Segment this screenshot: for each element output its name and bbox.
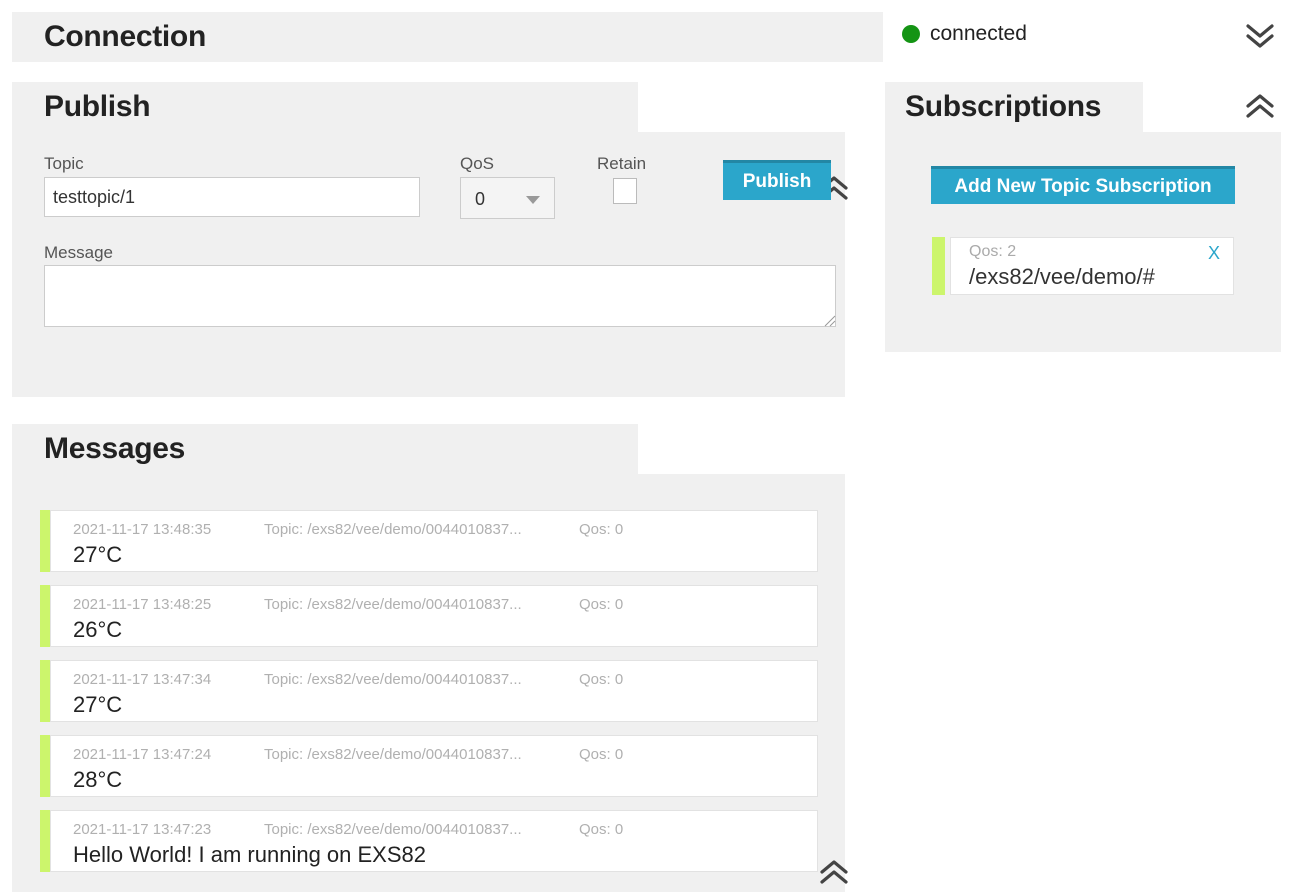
qos-select[interactable]: 0 xyxy=(460,177,555,219)
qos-label: QoS xyxy=(460,154,495,173)
message-textarea[interactable] xyxy=(44,265,836,327)
message-row[interactable]: 2021-11-17 13:47:23 Topic: /exs82/vee/dem… xyxy=(40,810,818,872)
message-payload: 27°C xyxy=(73,692,123,717)
publish-title: Publish xyxy=(44,90,151,123)
connection-status: connected xyxy=(902,20,1027,48)
message-payload: 28°C xyxy=(73,767,123,792)
subscriptions-collapse-toggle[interactable] xyxy=(1240,86,1280,126)
messages-header-white-strip xyxy=(638,424,845,474)
add-new-topic-subscription-button[interactable]: Add New Topic Subscription xyxy=(931,166,1235,204)
message-topic: Topic: /exs82/vee/demo/0044010837... xyxy=(264,596,522,613)
message-row-body: 2021-11-17 13:47:24 Topic: /exs82/vee/dem… xyxy=(50,735,818,797)
message-qos: Qos: 0 xyxy=(579,521,624,538)
connection-panel: Connection xyxy=(12,12,883,62)
message-row[interactable]: 2021-11-17 13:47:34 Topic: /exs82/vee/dem… xyxy=(40,660,818,722)
publish-header-white-strip xyxy=(638,82,845,132)
message-qos: Qos: 0 xyxy=(579,596,624,613)
publish-button[interactable]: Publish xyxy=(723,160,831,200)
message-row[interactable]: 2021-11-17 13:47:24 Topic: /exs82/vee/dem… xyxy=(40,735,818,797)
messages-list: 2021-11-17 13:48:35 Topic: /exs82/vee/dem… xyxy=(12,474,845,885)
subscription-item[interactable]: Qos: 2 X /exs82/vee/demo/# xyxy=(932,237,1234,295)
message-topic: Topic: /exs82/vee/demo/0044010837... xyxy=(264,746,522,763)
subscription-accent-bar xyxy=(932,237,945,295)
connection-status-dot xyxy=(902,25,920,43)
subscriptions-panel: Subscriptions Add New Topic Subscription… xyxy=(885,82,1281,352)
messages-panel: Messages 2021-11-17 13:48:35 Topic: /exs8… xyxy=(12,424,848,892)
message-timestamp: 2021-11-17 13:48:25 xyxy=(73,596,212,613)
retain-checkbox[interactable] xyxy=(613,178,637,204)
message-timestamp: 2021-11-17 13:47:34 xyxy=(73,671,212,688)
message-payload: 26°C xyxy=(73,617,123,642)
subscription-qos: Qos: 2 xyxy=(969,243,1017,260)
subscription-card-body: Qos: 2 X /exs82/vee/demo/# xyxy=(950,237,1234,295)
connection-title: Connection xyxy=(44,20,206,53)
message-qos: Qos: 0 xyxy=(579,671,624,688)
message-payload: Hello World! I am running on EXS82 xyxy=(73,842,426,867)
mqtt-client-page: Connection connected Publish Topic testt… xyxy=(0,0,1294,892)
close-icon[interactable]: X xyxy=(1208,243,1220,264)
publish-body: Topic QoS 0 Retain Publish Message xyxy=(12,132,845,397)
subscription-topic: /exs82/vee/demo/# xyxy=(969,264,1155,289)
message-label: Message xyxy=(44,243,113,262)
message-timestamp: 2021-11-17 13:47:23 xyxy=(73,821,212,838)
message-topic: Topic: /exs82/vee/demo/0044010837... xyxy=(264,821,522,838)
qos-select-value: 0 xyxy=(475,189,486,209)
chevron-down-icon xyxy=(526,196,540,204)
topic-label: Topic xyxy=(44,154,84,173)
chevron-double-up-icon xyxy=(1240,86,1280,126)
chevron-double-down-icon xyxy=(1240,15,1280,55)
message-timestamp: 2021-11-17 13:48:35 xyxy=(73,521,212,538)
messages-title: Messages xyxy=(44,432,186,465)
publish-panel: Publish Topic QoS 0 Retain Publish Messa… xyxy=(12,82,848,397)
message-row-body: 2021-11-17 13:47:34 Topic: /exs82/vee/dem… xyxy=(50,660,818,722)
connection-collapse-toggle[interactable] xyxy=(1240,15,1280,55)
retain-label: Retain xyxy=(597,154,647,173)
message-row-body: 2021-11-17 13:48:25 Topic: /exs82/vee/dem… xyxy=(50,585,818,647)
message-qos: Qos: 0 xyxy=(579,746,624,763)
message-payload: 27°C xyxy=(73,542,123,567)
message-timestamp: 2021-11-17 13:47:24 xyxy=(73,746,212,763)
subscriptions-title: Subscriptions xyxy=(905,90,1102,123)
message-row[interactable]: 2021-11-17 13:48:25 Topic: /exs82/vee/dem… xyxy=(40,585,818,647)
connection-status-label: connected xyxy=(930,22,1027,45)
message-topic: Topic: /exs82/vee/demo/0044010837... xyxy=(264,671,522,688)
message-qos: Qos: 0 xyxy=(579,821,624,838)
message-topic: Topic: /exs82/vee/demo/0044010837... xyxy=(264,521,522,538)
message-row[interactable]: 2021-11-17 13:48:35 Topic: /exs82/vee/dem… xyxy=(40,510,818,572)
message-row-body: 2021-11-17 13:47:23 Topic: /exs82/vee/dem… xyxy=(50,810,818,872)
topic-input[interactable] xyxy=(44,177,420,217)
message-row-body: 2021-11-17 13:48:35 Topic: /exs82/vee/dem… xyxy=(50,510,818,572)
